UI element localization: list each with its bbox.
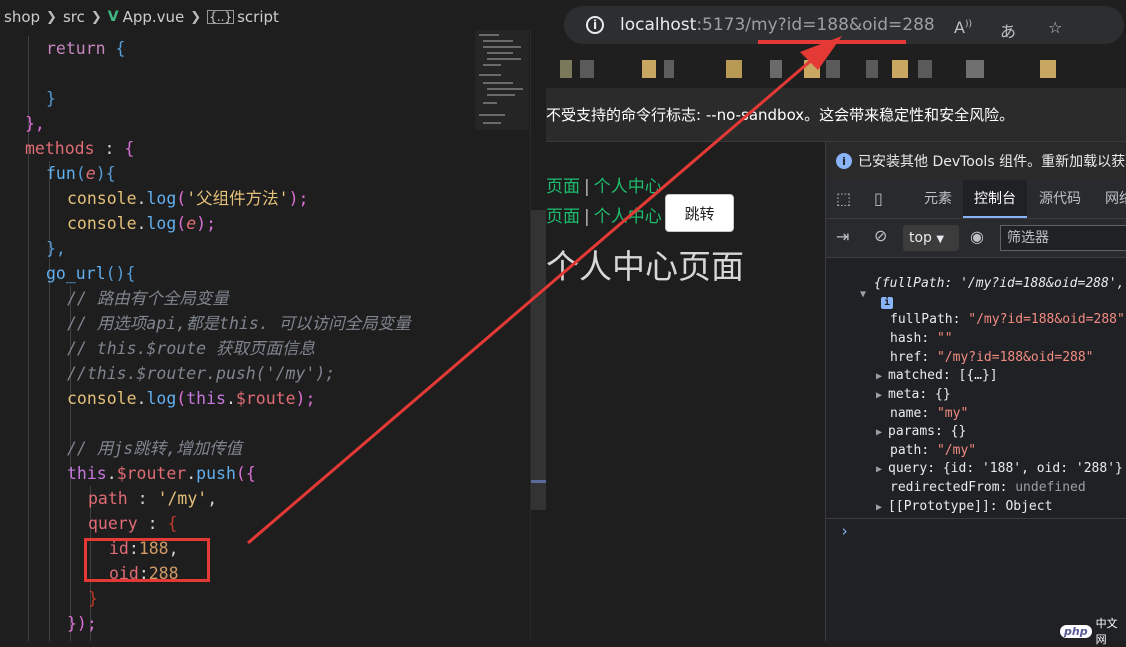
watermark: php 中文网 [1060,617,1126,646]
php-logo: php [1060,624,1092,638]
watermark-text: 中文网 [1095,617,1118,646]
annotation-arrow [247,36,842,545]
